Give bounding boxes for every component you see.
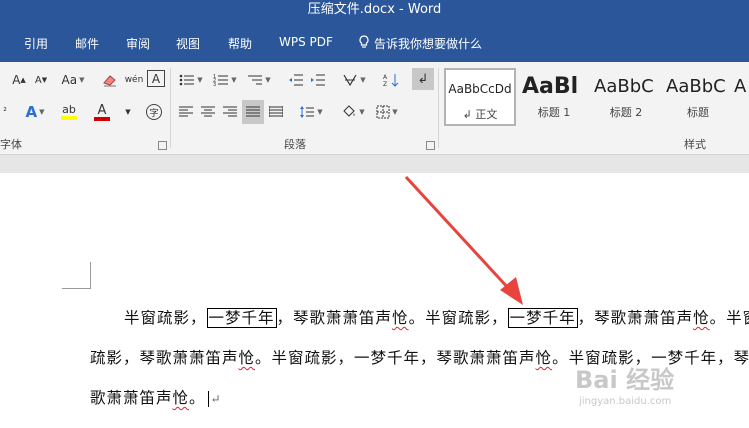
watermark-url: jingyan.baidu.com [579, 396, 672, 407]
baidu-watermark: Bai 经验 jingyan.baidu.com [575, 360, 745, 410]
watermark-brand: Bai 经验 [575, 366, 675, 394]
